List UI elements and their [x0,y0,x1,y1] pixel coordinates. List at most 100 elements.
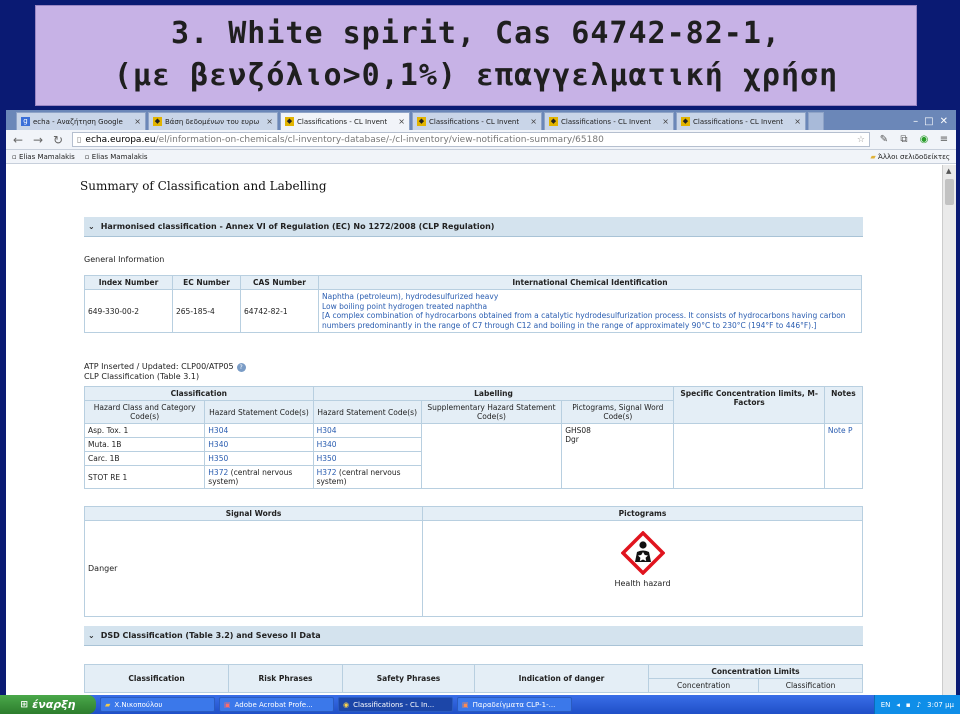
tray-icon[interactable]: ▪ [906,701,911,709]
signal-word: Danger [84,520,423,617]
ec-number: 265-185-4 [172,289,241,333]
hazard-link[interactable]: H350 [317,454,337,463]
echa-icon: ◆ [549,117,558,126]
star-icon[interactable]: ☆ [857,135,865,145]
table-row: Asp. Tox. 1 H304 H304 GHS08 Dgr Note P [83,423,864,489]
back-icon[interactable]: ← [12,133,24,147]
col-header: Pictograms, Signal Word Code(s) [561,400,675,424]
table-row: 649-330-00-2 265-185-4 64742-82-1 Naphth… [84,289,862,333]
slide-title-line-2: (με βενζόλιο>0,1%) επαγγελματική χρήση [113,58,839,93]
bookmarks-bar: ▫ Elias Mamalakis ▫ Elias Mamalakis ▰ Άλ… [6,150,956,164]
echa-icon: ◆ [417,117,426,126]
browser-tab[interactable]: ◆ Classifications - CL Invent × [544,112,674,130]
col-header: Indication of danger [474,664,649,693]
harmonised-section-header[interactable]: ⌄ Harmonised classification - Annex VI o… [84,217,863,237]
hazard-link[interactable]: H304 [208,426,228,435]
scrollbar-thumb[interactable] [945,179,954,205]
hazard-link[interactable]: H372 [317,468,337,477]
index-number: 649-330-00-2 [84,289,173,333]
atp-info: ATP Inserted / Updated: CLP00/ATP05? CLP… [84,362,246,382]
start-button[interactable]: ⊞ έναρξη [0,695,96,714]
taskbar-item[interactable]: ▣ Adobe Acrobat Profe... [219,697,334,712]
other-bookmarks[interactable]: ▰ Άλλοι σελιδοδείκτες [870,153,950,161]
close-tab-icon[interactable]: × [266,117,273,126]
close-tab-icon[interactable]: × [662,117,669,126]
extension-icon[interactable]: ✎ [878,134,890,145]
general-info-label: General Information [84,255,165,264]
reload-icon[interactable]: ↻ [52,133,64,147]
hazard-link[interactable]: H304 [317,426,337,435]
help-icon[interactable]: ? [236,363,246,372]
close-tab-icon[interactable]: × [398,117,405,126]
dsd-section-header[interactable]: ⌄ DSD Classification (Table 3.2) and Sev… [84,626,863,646]
bookmark-item[interactable]: ▫ Elias Mamalakis [12,153,75,161]
browser-tab[interactable]: ◆ Βάση δεδομένων του ευρω × [148,112,278,130]
echa-icon: ◆ [285,117,294,126]
minimize-icon[interactable]: – [913,116,918,127]
hazard-link[interactable]: H350 [208,454,228,463]
maximize-icon[interactable]: □ [924,116,933,127]
address-bar[interactable]: ▯ echa.europa.eu/el/information-on-chemi… [72,132,870,147]
note-link[interactable]: Note P [828,426,853,435]
browser-toolbar: ← → ↻ ▯ echa.europa.eu/el/information-on… [6,130,956,150]
col-header: EC Number [172,275,241,290]
health-hazard-icon [620,530,665,576]
chemical-identification: Naphtha (petroleum), hydrodesulfurized h… [318,289,862,333]
window-controls: – □ ✕ [913,112,956,130]
slide-title-line-1: 3. White spirit, Cas 64742-82-1, [171,16,781,51]
hazard-link[interactable]: H340 [317,440,337,449]
page-content: Summary of Classification and Labelling … [6,165,942,695]
taskbar-item[interactable]: ▣ Παραδείγματα CLP-1-... [457,697,572,712]
col-header: Safety Phrases [342,664,475,693]
col-header: Specific Concentration limits, M-Factors [673,386,825,424]
col-header: Supplementary Hazard Statement Code(s) [420,400,563,424]
chrome-icon: ◉ [343,700,350,709]
cas-number: 64742-82-1 [240,289,319,333]
close-tab-icon[interactable]: × [530,117,537,126]
tray-icon[interactable]: ◂ [896,701,900,709]
chevron-down-icon: ⌄ [88,631,95,640]
col-header: Concentration [647,678,760,693]
scroll-up-icon[interactable]: ▲ [946,167,951,175]
folder-icon: ▰ [105,700,111,709]
browser-tab[interactable]: ◆ Classifications - CL Invent × [412,112,542,130]
browser-tab-active[interactable]: ◆ Classifications - CL Invent × [280,112,410,130]
extension-icon[interactable]: ◉ [918,134,930,145]
page-icon: ▯ [77,135,82,144]
browser-tab[interactable]: g echa - Αναζήτηση Google × [16,112,146,130]
slide-title-banner: 3. White spirit, Cas 64742-82-1, (με βεν… [35,5,917,106]
menu-icon[interactable]: ≡ [938,134,950,145]
taskbar-item[interactable]: ▰ X.Νικοπούλου [100,697,215,712]
hazard-link[interactable]: H340 [208,440,228,449]
tab-strip: g echa - Αναζήτηση Google × ◆ Βάση δεδομένω… [6,110,956,130]
close-window-icon[interactable]: ✕ [940,116,948,127]
health-hazard-pictogram [620,530,665,576]
browser-tab[interactable]: ◆ Classifications - CL Invent × [676,112,806,130]
taskbar-item-active[interactable]: ◉ Classifications - CL In... [338,697,453,712]
col-header: Pictograms [422,506,863,521]
clock[interactable]: 3:07 μμ [927,701,954,709]
close-tab-icon[interactable]: × [794,117,801,126]
windows-logo-icon: ⊞ [20,699,29,710]
new-tab-button[interactable] [808,112,824,130]
table-row: Danger Health hazard [84,520,863,617]
col-header: Hazard Statement Code(s) [312,400,422,424]
col-header: Hazard Statement Code(s) [204,400,314,424]
col-header: Signal Words [84,506,423,521]
vertical-scrollbar[interactable]: ▲ [942,165,956,695]
extension-icon[interactable]: ⧉ [898,134,910,145]
hazard-link[interactable]: H372 [208,468,228,477]
echa-icon: ◆ [681,117,690,126]
tray-icon[interactable]: ♪ [917,701,921,709]
col-header: Classification [84,386,314,401]
close-tab-icon[interactable]: × [134,117,141,126]
bookmark-item[interactable]: ▫ Elias Mamalakis [85,153,148,161]
url-host: echa.europa.eu [85,134,156,145]
col-header: Risk Phrases [228,664,343,693]
acrobat-icon: ▣ [224,700,231,709]
pictogram-caption: Health hazard [614,579,671,588]
language-indicator[interactable]: EN [881,701,891,709]
dsd-table: Classification Risk Phrases Safety Phras… [84,664,863,693]
forward-icon[interactable]: → [32,133,44,147]
col-header: CAS Number [240,275,319,290]
